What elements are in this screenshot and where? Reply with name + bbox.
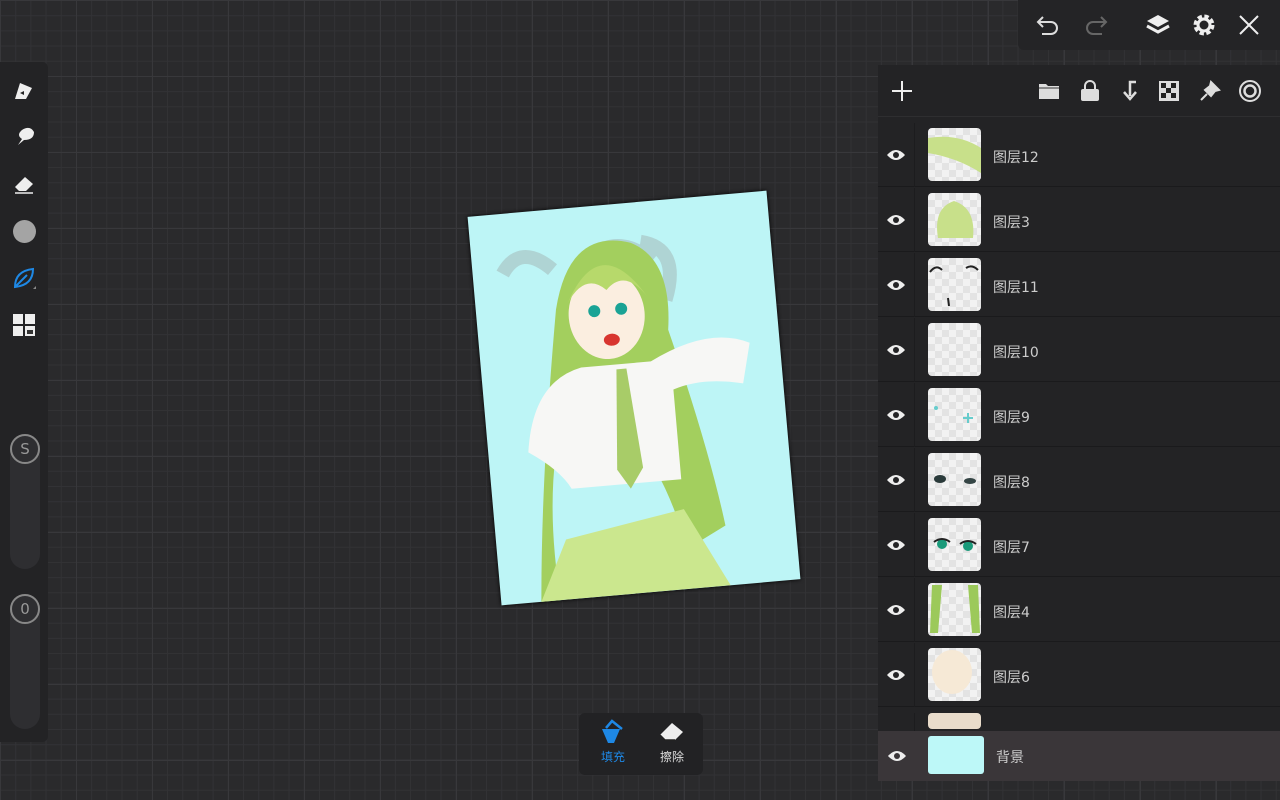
layer-name: 图层6 (993, 670, 1030, 686)
visibility-eye-icon[interactable] (878, 253, 915, 317)
gear-icon[interactable] (1189, 10, 1219, 40)
visibility-eye-icon[interactable] (878, 513, 915, 577)
layer-name: 图层12 (993, 150, 1039, 166)
checker-icon[interactable] (1155, 77, 1183, 105)
layer-name: 图层9 (993, 410, 1030, 426)
visibility-eye-icon[interactable] (878, 448, 915, 512)
pin-icon[interactable] (1196, 77, 1224, 105)
redo-icon[interactable] (1081, 10, 1111, 40)
eraser-icon[interactable] (8, 168, 40, 200)
erase-tool-button[interactable]: 擦除 (647, 719, 697, 765)
layer-thumbnail (928, 128, 981, 181)
eraser-icon (659, 723, 683, 741)
visibility-eye-icon[interactable] (878, 188, 915, 252)
layer-thumbnail (928, 648, 981, 701)
visibility-eye-icon[interactable] (878, 578, 915, 642)
visibility-eye-icon[interactable] (878, 318, 915, 382)
layer-name: 图层4 (993, 605, 1030, 621)
fill-tool-button[interactable]: 填充 (588, 719, 638, 765)
size-knob[interactable]: S (10, 434, 40, 464)
lock-icon[interactable] (1076, 77, 1104, 105)
target-icon[interactable] (1236, 77, 1264, 105)
opacity-slider[interactable]: 0 (10, 594, 40, 729)
layers-panel: 图层12 图层3 图层11 图层10 图层9 图层8 图层7 图层4 图层6 (878, 65, 1280, 781)
layer-row[interactable]: 图层9 (878, 383, 1280, 447)
fill-bucket-icon (602, 719, 623, 743)
background-layer-row[interactable]: 背景 (878, 731, 1280, 781)
color-swatch[interactable] (8, 215, 40, 247)
top-bar (1018, 0, 1280, 50)
layer-thumbnail (928, 258, 981, 311)
layer-name: 图层7 (993, 540, 1030, 556)
layer-row[interactable]: 图层12 (878, 123, 1280, 187)
layer-row[interactable]: 图层4 (878, 578, 1280, 642)
erase-label: 擦除 (659, 750, 684, 764)
layer-thumbnail (928, 518, 981, 571)
visibility-eye-icon[interactable] (878, 123, 915, 187)
layer-row[interactable]: 图层3 (878, 188, 1280, 252)
close-icon[interactable] (1234, 10, 1264, 40)
fill-label: 填充 (600, 750, 625, 764)
leaf-brush-icon[interactable] (8, 262, 40, 294)
bottom-tool-bar: 填充 擦除 (579, 713, 703, 775)
layer-name: 图层3 (993, 215, 1030, 231)
visibility-eye-icon[interactable] (878, 731, 915, 781)
layer-name: 图层11 (993, 280, 1039, 296)
folder-icon[interactable] (1035, 77, 1063, 105)
background-thumbnail (928, 736, 984, 774)
layer-thumbnail (928, 323, 981, 376)
left-toolbar: S 0 (0, 62, 48, 742)
layer-row[interactable]: 图层7 (878, 513, 1280, 577)
layer-thumbnail (928, 388, 981, 441)
layer-name: 背景 (996, 750, 1024, 766)
brush-size-slider[interactable]: S (10, 434, 40, 569)
layer-thumbnail (928, 453, 981, 506)
layers-panel-header (878, 65, 1280, 117)
visibility-eye-icon[interactable] (878, 383, 915, 447)
layout-grid-icon[interactable] (8, 309, 40, 341)
undo-icon[interactable] (1033, 10, 1063, 40)
layer-row[interactable]: 图层6 (878, 643, 1280, 707)
layer-row[interactable]: 图层10 (878, 318, 1280, 382)
pen-icon[interactable] (8, 74, 40, 106)
layer-name: 图层8 (993, 475, 1030, 491)
drawing-canvas[interactable] (467, 190, 801, 606)
smudge-icon[interactable] (8, 121, 40, 153)
layer-thumbnail (928, 193, 981, 246)
layer-row[interactable]: 图层11 (878, 253, 1280, 317)
layer-row-partial[interactable] (878, 713, 1280, 733)
layer-name: 图层10 (993, 345, 1039, 361)
add-layer-icon[interactable] (888, 77, 916, 105)
layer-row[interactable]: 图层8 (878, 448, 1280, 512)
layers-icon[interactable] (1143, 10, 1173, 40)
merge-down-icon[interactable] (1116, 77, 1144, 105)
visibility-eye-icon[interactable] (878, 643, 915, 707)
layer-thumbnail (928, 583, 981, 636)
opacity-knob[interactable]: 0 (10, 594, 40, 624)
